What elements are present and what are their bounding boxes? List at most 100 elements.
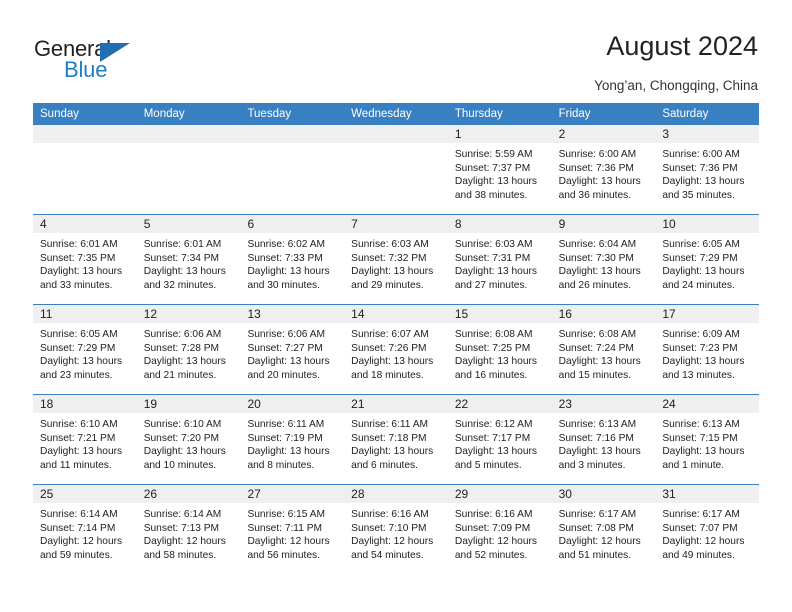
calendar-day-cell[interactable]: 10 Sunrise: 6:05 AM Sunset: 7:29 PM Dayl… (655, 215, 760, 304)
sunset-text: Sunset: 7:13 PM (143, 522, 220, 534)
calendar-week-row: 4 Sunrise: 6:01 AM Sunset: 7:35 PM Dayli… (33, 214, 760, 304)
daylight-text-line2: and 30 minutes. (247, 280, 320, 292)
sunrise-text: Sunrise: 6:00 AM (558, 149, 637, 160)
calendar-grid: Sunday Monday Tuesday Wednesday Thursday… (33, 103, 760, 574)
calendar-day-cell[interactable]: 24 Sunrise: 6:13 AM Sunset: 7:15 PM Dayl… (655, 395, 760, 484)
daylight-text-line1: Daylight: 13 hours (454, 446, 537, 458)
sunset-text: Sunset: 7:21 PM (40, 432, 116, 444)
calendar-day-cell[interactable]: 8 Sunrise: 6:03 AM Sunset: 7:31 PM Dayli… (447, 215, 552, 304)
sunrise-text: Sunrise: 6:11 AM (351, 419, 428, 430)
general-blue-logo[interactable]: General Blue (34, 36, 214, 86)
day-number: 22 (447, 395, 552, 413)
daylight-text-line1: Daylight: 13 hours (558, 446, 641, 458)
dow-thursday: Thursday (454, 108, 503, 120)
calendar-day-cell[interactable]: 2 Sunrise: 6:00 AM Sunset: 7:36 PM Dayli… (551, 125, 656, 214)
calendar-day-cell[interactable]: 29 Sunrise: 6:16 AM Sunset: 7:09 PM Dayl… (447, 485, 552, 574)
calendar-day-cell[interactable]: 11 Sunrise: 6:05 AM Sunset: 7:29 PM Dayl… (33, 305, 137, 394)
sunrise-text: Sunrise: 6:11 AM (247, 419, 325, 430)
calendar-day-cell[interactable]: 26 Sunrise: 6:14 AM Sunset: 7:13 PM Dayl… (136, 485, 241, 574)
sunrise-text: Sunrise: 6:16 AM (454, 509, 533, 520)
sunset-text: Sunset: 7:29 PM (662, 252, 738, 264)
day-number: 3 (655, 125, 760, 143)
sunset-text: Sunset: 7:30 PM (558, 252, 634, 264)
daylight-text-line2: and 56 minutes. (247, 550, 320, 562)
calendar-day-cell[interactable]: 13 Sunrise: 6:06 AM Sunset: 7:27 PM Dayl… (240, 305, 345, 394)
calendar-day-cell[interactable]: 9 Sunrise: 6:04 AM Sunset: 7:30 PM Dayli… (551, 215, 656, 304)
calendar-day-cell[interactable]: 30 Sunrise: 6:17 AM Sunset: 7:08 PM Dayl… (551, 485, 656, 574)
calendar-day-cell[interactable]: 23 Sunrise: 6:13 AM Sunset: 7:16 PM Dayl… (551, 395, 656, 484)
sunset-text: Sunset: 7:19 PM (247, 432, 323, 444)
daylight-text-line2: and 11 minutes. (40, 460, 112, 472)
sunrise-text: Sunrise: 6:13 AM (662, 419, 740, 430)
calendar-day-cell[interactable]: 6 Sunrise: 6:02 AM Sunset: 7:33 PM Dayli… (240, 215, 345, 304)
sunrise-text: Sunrise: 6:02 AM (247, 239, 326, 250)
calendar-day-cell (136, 125, 241, 214)
day-number: 27 (240, 485, 345, 503)
sunrise-text: Sunrise: 6:00 AM (662, 149, 740, 160)
daylight-text-line2: and 6 minutes. (351, 460, 418, 472)
day-details (344, 143, 448, 148)
daylight-text-line1: Daylight: 12 hours (40, 536, 123, 548)
day-of-week-header-row: Sunday Monday Tuesday Wednesday Thursday… (33, 103, 759, 125)
day-details (33, 143, 137, 148)
calendar-day-cell[interactable]: 28 Sunrise: 6:16 AM Sunset: 7:10 PM Dayl… (344, 485, 448, 574)
daylight-text-line1: Daylight: 13 hours (351, 356, 434, 368)
calendar-day-cell[interactable]: 22 Sunrise: 6:12 AM Sunset: 7:17 PM Dayl… (447, 395, 552, 484)
sunrise-text: Sunrise: 6:06 AM (247, 329, 326, 340)
sunrise-text: Sunrise: 6:09 AM (662, 329, 740, 340)
daylight-text-line1: Daylight: 13 hours (247, 356, 330, 368)
daylight-text-line2: and 3 minutes. (558, 460, 626, 472)
day-details: Sunrise: 6:03 AM Sunset: 7:31 PM Dayligh… (448, 233, 552, 293)
day-number (344, 125, 448, 143)
daylight-text-line1: Daylight: 13 hours (40, 446, 123, 458)
day-details: Sunrise: 6:10 AM Sunset: 7:20 PM Dayligh… (137, 413, 241, 473)
day-details: Sunrise: 6:01 AM Sunset: 7:35 PM Dayligh… (33, 233, 137, 293)
daylight-text-line1: Daylight: 13 hours (351, 266, 434, 278)
daylight-text-line2: and 1 minute. (662, 460, 725, 472)
daylight-text-line1: Daylight: 12 hours (558, 536, 641, 548)
calendar-day-cell[interactable]: 20 Sunrise: 6:11 AM Sunset: 7:19 PM Dayl… (240, 395, 345, 484)
sunrise-text: Sunrise: 6:05 AM (662, 239, 740, 250)
calendar-day-cell[interactable]: 17 Sunrise: 6:09 AM Sunset: 7:23 PM Dayl… (655, 305, 760, 394)
calendar-day-cell[interactable]: 1 Sunrise: 5:59 AM Sunset: 7:37 PM Dayli… (447, 125, 552, 214)
calendar-day-cell[interactable]: 7 Sunrise: 6:03 AM Sunset: 7:32 PM Dayli… (344, 215, 448, 304)
calendar-day-cell[interactable]: 16 Sunrise: 6:08 AM Sunset: 7:24 PM Dayl… (551, 305, 656, 394)
daylight-text-line2: and 54 minutes. (351, 550, 424, 562)
calendar-day-cell[interactable]: 19 Sunrise: 6:10 AM Sunset: 7:20 PM Dayl… (136, 395, 241, 484)
day-number: 25 (33, 485, 137, 503)
daylight-text-line2: and 21 minutes. (143, 370, 217, 382)
calendar-day-cell[interactable]: 3 Sunrise: 6:00 AM Sunset: 7:36 PM Dayli… (655, 125, 760, 214)
day-number (136, 125, 241, 143)
calendar-day-cell[interactable]: 15 Sunrise: 6:08 AM Sunset: 7:25 PM Dayl… (447, 305, 552, 394)
calendar-day-cell[interactable]: 18 Sunrise: 6:10 AM Sunset: 7:21 PM Dayl… (33, 395, 137, 484)
day-number: 2 (551, 125, 656, 143)
sunrise-text: Sunrise: 5:59 AM (454, 149, 533, 160)
page-title: August 2024 (606, 31, 758, 61)
day-number: 28 (344, 485, 448, 503)
day-number: 16 (551, 305, 656, 323)
day-number: 29 (447, 485, 552, 503)
calendar-week-row: 18 Sunrise: 6:10 AM Sunset: 7:21 PM Dayl… (33, 394, 760, 484)
daylight-text-line1: Daylight: 13 hours (662, 446, 745, 458)
day-number: 17 (655, 305, 760, 323)
daylight-text-line1: Daylight: 13 hours (454, 356, 537, 368)
daylight-text-line2: and 16 minutes. (454, 370, 528, 382)
calendar-day-cell[interactable]: 12 Sunrise: 6:06 AM Sunset: 7:28 PM Dayl… (136, 305, 241, 394)
day-details: Sunrise: 6:01 AM Sunset: 7:34 PM Dayligh… (137, 233, 241, 293)
day-number: 30 (551, 485, 656, 503)
dow-tuesday: Tuesday (247, 108, 292, 120)
day-number (240, 125, 345, 143)
calendar-day-cell[interactable]: 4 Sunrise: 6:01 AM Sunset: 7:35 PM Dayli… (33, 215, 137, 304)
sunset-text: Sunset: 7:26 PM (351, 342, 427, 354)
sunrise-text: Sunrise: 6:16 AM (351, 509, 429, 520)
daylight-text-line1: Daylight: 12 hours (143, 536, 226, 548)
calendar-day-cell[interactable]: 21 Sunrise: 6:11 AM Sunset: 7:18 PM Dayl… (344, 395, 448, 484)
calendar-day-cell[interactable]: 27 Sunrise: 6:15 AM Sunset: 7:11 PM Dayl… (240, 485, 345, 574)
calendar-day-cell[interactable]: 14 Sunrise: 6:07 AM Sunset: 7:26 PM Dayl… (344, 305, 448, 394)
calendar-day-cell[interactable]: 31 Sunrise: 6:17 AM Sunset: 7:07 PM Dayl… (655, 485, 760, 574)
calendar-day-cell[interactable]: 25 Sunrise: 6:14 AM Sunset: 7:14 PM Dayl… (33, 485, 137, 574)
calendar-day-cell[interactable]: 5 Sunrise: 6:01 AM Sunset: 7:34 PM Dayli… (136, 215, 241, 304)
sunrise-text: Sunrise: 6:12 AM (454, 419, 533, 430)
sunset-text: Sunset: 7:32 PM (351, 252, 427, 264)
day-details: Sunrise: 6:10 AM Sunset: 7:21 PM Dayligh… (33, 413, 137, 473)
